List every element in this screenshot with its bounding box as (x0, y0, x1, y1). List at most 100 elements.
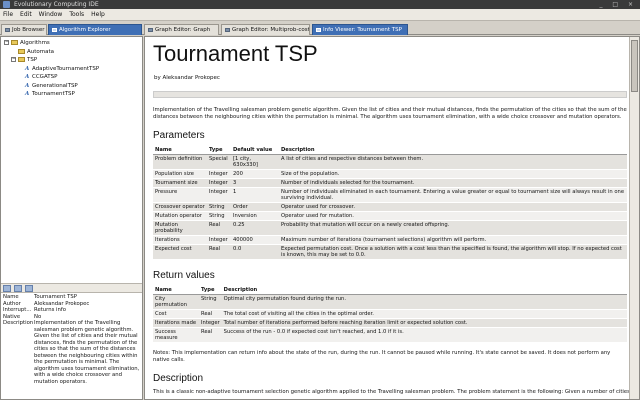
separator-bar (153, 91, 627, 98)
column-header: Name (153, 286, 199, 295)
table-row: Crossover operator String Order Operator us… (153, 202, 627, 212)
table-cell: Integer (199, 318, 222, 328)
table-cell: Integer (207, 178, 231, 188)
table-row: City permutation String Optimal city permu… (153, 294, 627, 310)
menu-bar: File Edit Window Tools Help (0, 9, 640, 21)
column-header: Default value (231, 146, 279, 155)
table-cell: Optimal city permutation found during th… (221, 294, 627, 310)
app-icon (3, 1, 10, 8)
property-row[interactable]: Description Implementation of the Travell… (1, 320, 142, 385)
table-cell: 0.25 (231, 220, 279, 236)
menu-file[interactable]: File (3, 11, 13, 18)
tree-node-adaptive-tournament-tsp[interactable]: A AdaptiveTournamentTSP (1, 65, 142, 74)
table-row: Pressure Integer 1 Number of individuals el… (153, 187, 627, 203)
parameters-table: Name Type Default value Description Prob… (153, 146, 627, 260)
table-cell: Order (231, 202, 279, 212)
table-cell: Cost (153, 309, 199, 319)
column-header: Name (153, 146, 207, 155)
categorized-icon[interactable] (3, 285, 11, 292)
table-cell: Integer (207, 187, 231, 203)
table-cell: String (199, 294, 222, 310)
table-cell: Size of the population. (279, 169, 627, 179)
return-values-heading: Return values (153, 270, 215, 281)
description-text: This is a classic non-adaptive tournamen… (153, 389, 640, 395)
page-title: Tournament TSP (153, 41, 318, 66)
algorithm-icon: A (25, 82, 30, 89)
algorithm-icon: A (25, 65, 30, 72)
tree-node-ccgatsp[interactable]: A CCGATSP (1, 73, 142, 82)
table-row: Problem definition Special [1 city, 630x33… (153, 154, 627, 170)
table-cell: 3 (231, 178, 279, 188)
table-cell: Iterations made (153, 318, 199, 328)
table-cell: Pressure (153, 187, 207, 203)
table-cell: Probability that mutation will occur on … (279, 220, 627, 236)
parameters-heading: Parameters (153, 130, 205, 141)
table-cell: [1 city, 630x330] (231, 154, 279, 170)
window-controls[interactable]: _ □ × (599, 0, 637, 9)
folder-icon (18, 48, 25, 54)
table-cell: Population size (153, 169, 207, 179)
tree-node-tournament-tsp[interactable]: A TournamentTSP (1, 90, 142, 99)
table-cell: Iterations (153, 235, 207, 245)
table-row: Mutation operator String Inversion Operator… (153, 211, 627, 221)
menu-window[interactable]: Window (39, 11, 63, 18)
collapse-icon[interactable]: − (11, 57, 16, 62)
tree-node-algorithms[interactable]: − Algorithms (1, 39, 142, 48)
table-cell: Expected cost (153, 244, 207, 260)
table-cell: Expected permutation cost. Once a soluti… (279, 244, 627, 260)
details-icon[interactable] (24, 285, 33, 292)
table-cell: Integer (207, 235, 231, 245)
table-cell: Mutation operator (153, 211, 207, 221)
algorithm-explorer-panel: − Algorithms Automata − TSP A AdaptiveTourn… (0, 36, 143, 400)
table-cell: Success of the run - 0.0 if expected cos… (221, 327, 627, 343)
table-cell: Total number of iterations performed bef… (221, 318, 627, 328)
info-viewer-panel: Tournament TSP by Aleksandar Prokopec Im… (144, 36, 640, 400)
table-cell: Success measure (153, 327, 199, 343)
tab-algorithm-explorer[interactable]: Algorithm Explorer (48, 24, 142, 35)
table-row: Tournament size Integer 3 Number of individ… (153, 178, 627, 188)
tab-bar: Job Browser Algorithm Explorer Graph Edi… (0, 22, 640, 35)
menu-edit[interactable]: Edit (20, 11, 32, 18)
tree-node-automata[interactable]: Automata (1, 48, 142, 57)
algorithm-icon: A (25, 91, 30, 97)
tree-node-tsp[interactable]: − TSP (1, 56, 142, 65)
properties-toolbar (1, 283, 142, 293)
table-cell: City permutation (153, 294, 199, 310)
sorted-icon[interactable] (13, 285, 22, 292)
table-cell: Integer (207, 169, 231, 179)
title-bar: Evolutionary Computing IDE _ □ × (0, 0, 640, 9)
table-cell: Mutation probability (153, 220, 207, 236)
properties-sheet: Name Tournament TSP Author Aleksandar Prok… (1, 294, 142, 385)
menu-tools[interactable]: Tools (69, 11, 84, 18)
table-row: Success measure Real Success of the run - … (153, 327, 627, 343)
table-cell: A list of cities and respective distance… (279, 154, 627, 170)
table-cell: The total cost of visiting all the citie… (221, 309, 627, 319)
table-cell: 400000 (231, 235, 279, 245)
table-cell: Inversion (231, 211, 279, 221)
tab-info-viewer[interactable]: Info Viewer: Tournament TSP (312, 24, 408, 35)
table-row: Mutation probability Real 0.25 Probability … (153, 220, 627, 236)
collapse-icon[interactable]: − (4, 40, 9, 45)
menu-help[interactable]: Help (91, 11, 105, 18)
column-header: Description (221, 286, 627, 295)
column-header: Type (199, 286, 222, 295)
table-cell: 200 (231, 169, 279, 179)
table-cell: String (207, 202, 231, 212)
vertical-scrollbar[interactable] (629, 37, 639, 399)
table-cell: Real (207, 220, 231, 236)
table-cell: 0.0 (231, 244, 279, 260)
table-cell: Tournament size (153, 178, 207, 188)
window-title: Evolutionary Computing IDE (14, 1, 99, 8)
tree-node-generational-tsp[interactable]: A GenerationalTSP (1, 82, 142, 91)
tab-graph-editor-graph[interactable]: Graph Editor: Graph (144, 24, 219, 35)
table-row: Expected cost Real 0.0 Expected permutation… (153, 244, 627, 260)
table-row: Population size Integer 200 Size of the pop… (153, 169, 627, 179)
info-icon (316, 28, 321, 32)
tab-graph-editor-multiprob[interactable]: Graph Editor: Multiprob-cost (221, 24, 310, 35)
table-cell: Real (207, 244, 231, 260)
column-header: Type (207, 146, 231, 155)
scrollbar-thumb[interactable] (631, 40, 638, 92)
table-cell: String (207, 211, 231, 221)
table-row: Iterations Integer 400000 Maximum number of… (153, 235, 627, 245)
tab-job-browser[interactable]: Job Browser (1, 24, 47, 35)
